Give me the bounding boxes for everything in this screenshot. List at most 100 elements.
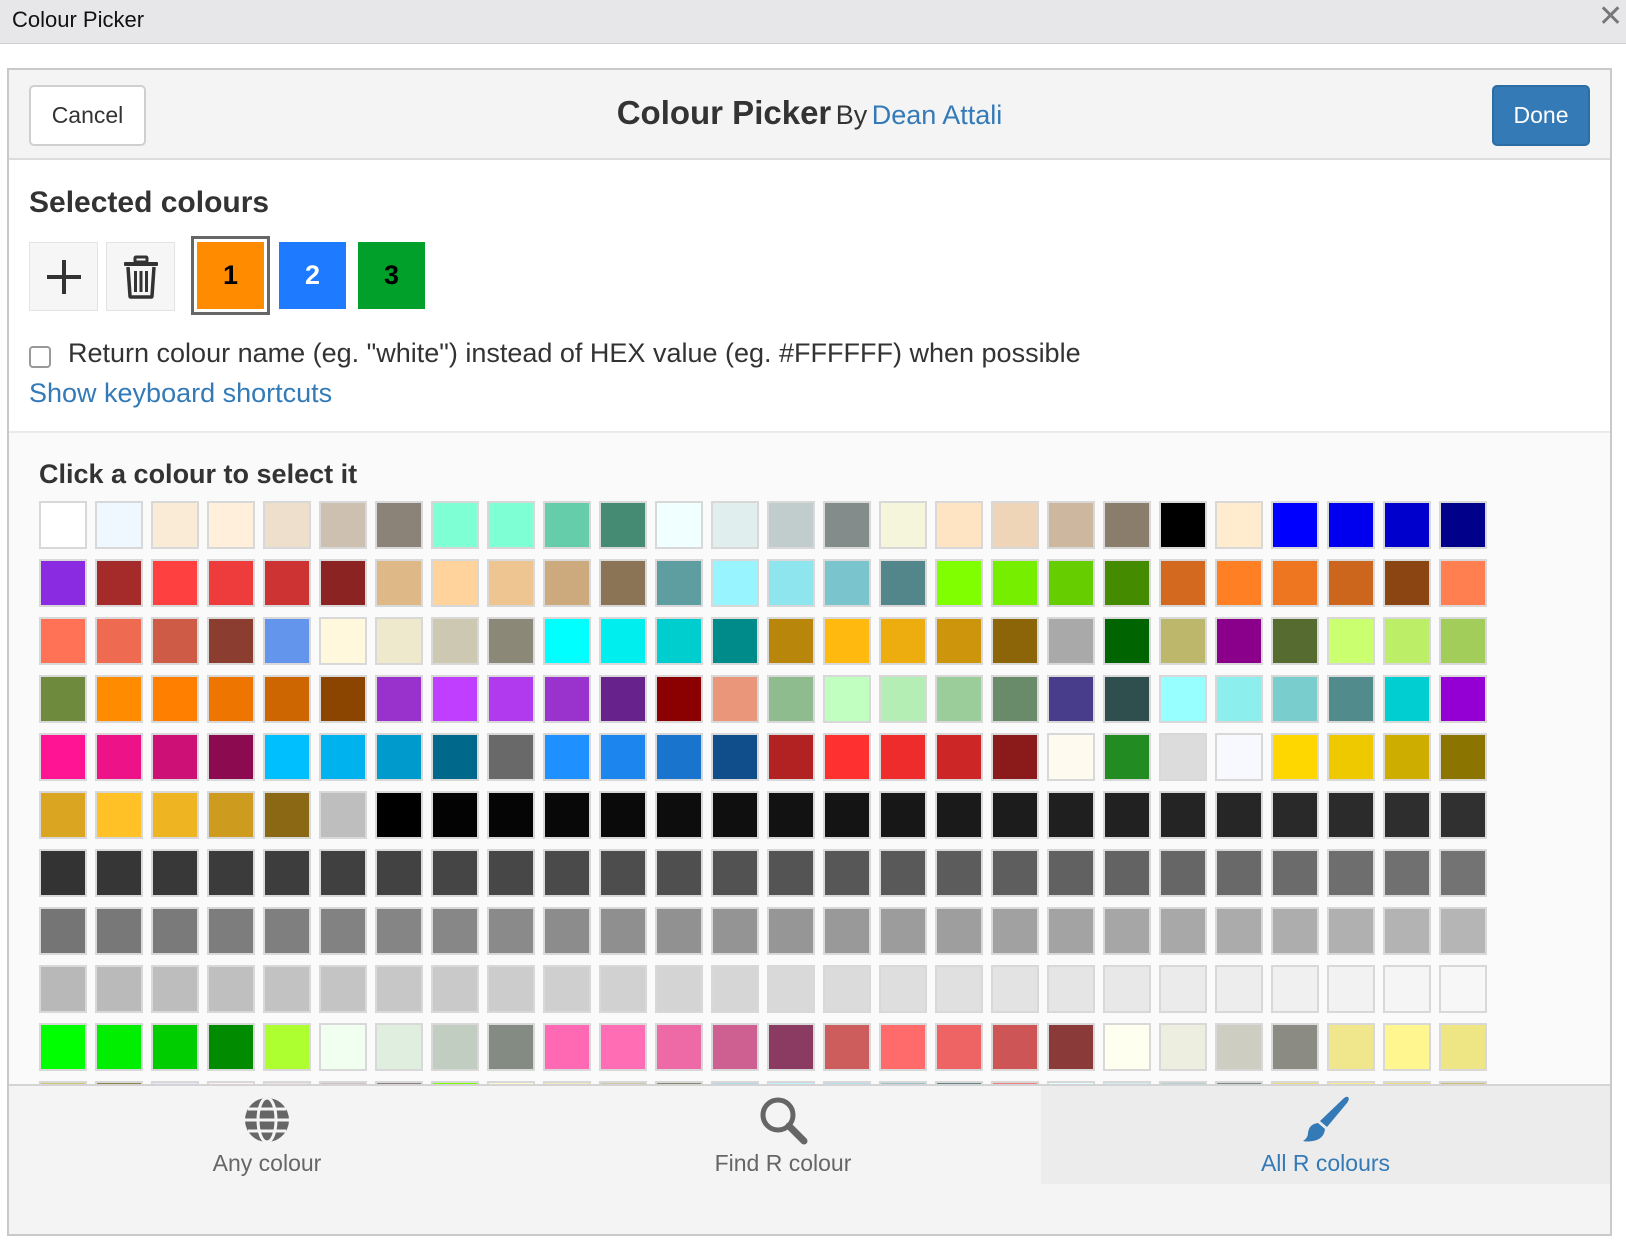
palette-swatch[interactable] [375, 617, 423, 665]
palette-swatch[interactable] [1215, 559, 1263, 607]
palette-swatch[interactable] [823, 907, 871, 955]
palette-swatch[interactable] [1047, 907, 1095, 955]
palette-swatch[interactable] [319, 617, 367, 665]
palette-swatch[interactable] [95, 791, 143, 839]
palette-swatch[interactable] [375, 791, 423, 839]
palette-swatch[interactable] [543, 501, 591, 549]
palette-swatch[interactable] [711, 1023, 759, 1071]
selected-swatch-2[interactable]: 2 [279, 242, 346, 309]
palette-swatch[interactable] [487, 617, 535, 665]
palette-swatch[interactable] [319, 849, 367, 897]
palette-swatch[interactable] [487, 791, 535, 839]
palette-swatch[interactable] [1439, 965, 1487, 1013]
palette-swatch[interactable] [767, 907, 815, 955]
palette-swatch[interactable] [1047, 559, 1095, 607]
palette-swatch[interactable] [1047, 617, 1095, 665]
palette-swatch[interactable] [1439, 849, 1487, 897]
palette-swatch[interactable] [95, 1023, 143, 1071]
selected-swatch-3[interactable]: 3 [358, 242, 425, 309]
palette-swatch[interactable] [655, 849, 703, 897]
palette-swatch[interactable] [879, 501, 927, 549]
palette-swatch[interactable] [95, 965, 143, 1013]
tab-all-r-colours[interactable]: All R colours [1041, 1086, 1610, 1184]
palette-swatch[interactable] [1383, 675, 1431, 723]
author-link[interactable]: Dean Attali [872, 100, 1003, 130]
palette-swatch[interactable] [1383, 501, 1431, 549]
palette-swatch[interactable] [599, 617, 647, 665]
palette-swatch[interactable] [207, 791, 255, 839]
palette-swatch[interactable] [599, 501, 647, 549]
palette-swatch[interactable] [655, 501, 703, 549]
palette-swatch[interactable] [1159, 849, 1207, 897]
palette-swatch[interactable] [1439, 501, 1487, 549]
palette-swatch[interactable] [375, 1023, 423, 1071]
palette-swatch[interactable] [935, 501, 983, 549]
palette-swatch[interactable] [1159, 1023, 1207, 1071]
palette-swatch[interactable] [711, 559, 759, 607]
palette-swatch[interactable] [207, 559, 255, 607]
palette-swatch[interactable] [991, 675, 1039, 723]
palette-swatch[interactable] [543, 675, 591, 723]
palette-swatch[interactable] [263, 559, 311, 607]
palette-swatch[interactable] [1271, 849, 1319, 897]
palette-swatch[interactable] [1215, 733, 1263, 781]
add-colour-button[interactable] [29, 242, 98, 311]
palette-swatch[interactable] [1383, 617, 1431, 665]
palette-swatch[interactable] [823, 675, 871, 723]
palette-swatch[interactable] [375, 965, 423, 1013]
palette-swatch[interactable] [207, 907, 255, 955]
palette-swatch[interactable] [95, 675, 143, 723]
palette-swatch[interactable] [95, 501, 143, 549]
palette-swatch[interactable] [543, 617, 591, 665]
palette-swatch[interactable] [263, 791, 311, 839]
palette-swatch[interactable] [263, 965, 311, 1013]
palette-swatch[interactable] [431, 849, 479, 897]
palette-swatch[interactable] [263, 675, 311, 723]
palette-swatch[interactable] [991, 617, 1039, 665]
palette-swatch[interactable] [935, 849, 983, 897]
palette-swatch[interactable] [39, 849, 87, 897]
palette-swatch[interactable] [879, 791, 927, 839]
show-keyboard-shortcuts-link[interactable]: Show keyboard shortcuts [29, 378, 332, 409]
palette-swatch[interactable] [823, 501, 871, 549]
palette-swatch[interactable] [1215, 1023, 1263, 1071]
palette-swatch[interactable] [599, 559, 647, 607]
palette-swatch[interactable] [1103, 501, 1151, 549]
palette-swatch[interactable] [935, 907, 983, 955]
palette-swatch[interactable] [991, 733, 1039, 781]
palette-swatch[interactable] [487, 907, 535, 955]
palette-swatch[interactable] [767, 733, 815, 781]
palette-swatch[interactable] [151, 501, 199, 549]
palette-swatch[interactable] [711, 907, 759, 955]
palette-swatch[interactable] [935, 559, 983, 607]
palette-swatch[interactable] [431, 617, 479, 665]
palette-swatch[interactable] [151, 907, 199, 955]
palette-swatch[interactable] [319, 965, 367, 1013]
palette-swatch[interactable] [1383, 907, 1431, 955]
palette-swatch[interactable] [1271, 675, 1319, 723]
palette-swatch[interactable] [1271, 733, 1319, 781]
palette-swatch[interactable] [319, 1023, 367, 1071]
palette-swatch[interactable] [1159, 907, 1207, 955]
palette-swatch[interactable] [1047, 733, 1095, 781]
palette-swatch[interactable] [207, 501, 255, 549]
palette-swatch[interactable] [935, 617, 983, 665]
palette-swatch[interactable] [1327, 849, 1375, 897]
palette-swatch[interactable] [1215, 675, 1263, 723]
palette-swatch[interactable] [879, 617, 927, 665]
palette-swatch[interactable] [1327, 675, 1375, 723]
palette-swatch[interactable] [151, 733, 199, 781]
palette-swatch[interactable] [823, 791, 871, 839]
palette-swatch[interactable] [1215, 849, 1263, 897]
palette-swatch[interactable] [1383, 559, 1431, 607]
palette-swatch[interactable] [823, 559, 871, 607]
palette-swatch[interactable] [823, 1023, 871, 1071]
palette-swatch[interactable] [263, 907, 311, 955]
palette-swatch[interactable] [1047, 791, 1095, 839]
palette-swatch[interactable] [263, 733, 311, 781]
palette-swatch[interactable] [1439, 733, 1487, 781]
palette-swatch[interactable] [1327, 965, 1375, 1013]
palette-swatch[interactable] [431, 791, 479, 839]
palette-swatch[interactable] [1103, 733, 1151, 781]
palette-swatch[interactable] [263, 1023, 311, 1071]
